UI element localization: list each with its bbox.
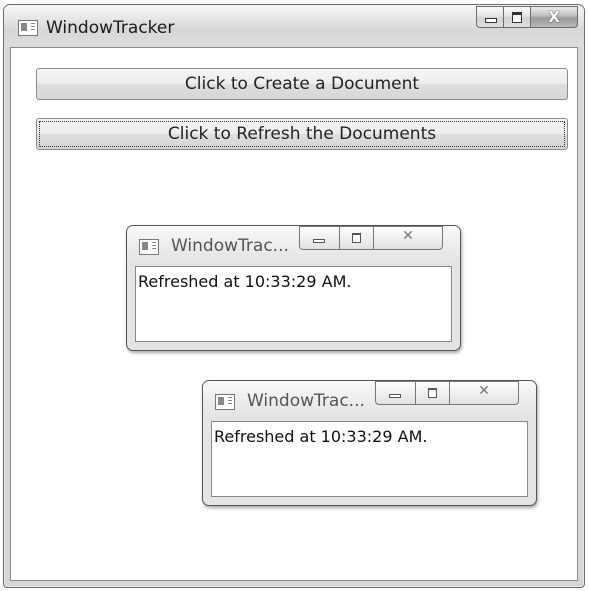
caption-buttons: X (476, 6, 578, 28)
document-maximize-button[interactable] (339, 226, 373, 250)
document-title: WindowTrac... (247, 391, 365, 411)
document-close-button[interactable]: ✕ (373, 226, 443, 250)
document-minimize-button[interactable] (375, 381, 415, 405)
maximize-button[interactable] (503, 6, 530, 28)
document-content: Refreshed at 10:33:29 AM. (135, 266, 452, 342)
document-caption-buttons: ✕ (299, 226, 443, 250)
main-titlebar[interactable]: WindowTracker X (4, 5, 584, 47)
document-maximize-button[interactable] (415, 381, 449, 405)
close-icon: X (548, 8, 560, 26)
document-close-button[interactable]: ✕ (449, 381, 519, 405)
document-minimize-button[interactable] (299, 226, 339, 250)
minimize-button[interactable] (476, 6, 503, 28)
refresh-documents-button[interactable]: Click to Refresh the Documents (36, 118, 568, 150)
document-caption-buttons: ✕ (375, 381, 519, 405)
close-icon: ✕ (402, 228, 414, 244)
create-document-button[interactable]: Click to Create a Document (36, 68, 568, 100)
document-titlebar[interactable]: WindowTrac... ✕ (127, 226, 460, 266)
document-content: Refreshed at 10:33:29 AM. (211, 421, 528, 497)
close-button[interactable]: X (530, 6, 578, 28)
app-window-icon[interactable] (215, 394, 235, 410)
document-window-1: WindowTrac... ✕ Refreshed at 10:33:29 AM… (126, 225, 461, 351)
app-window-icon[interactable] (139, 239, 159, 255)
document-window-2: WindowTrac... ✕ Refreshed at 10:33:29 AM… (202, 380, 537, 506)
app-window-icon[interactable] (18, 20, 38, 36)
close-icon: ✕ (478, 383, 490, 399)
document-titlebar[interactable]: WindowTrac... ✕ (203, 381, 536, 421)
document-title: WindowTrac... (171, 236, 289, 256)
window-title: WindowTracker (46, 18, 175, 38)
